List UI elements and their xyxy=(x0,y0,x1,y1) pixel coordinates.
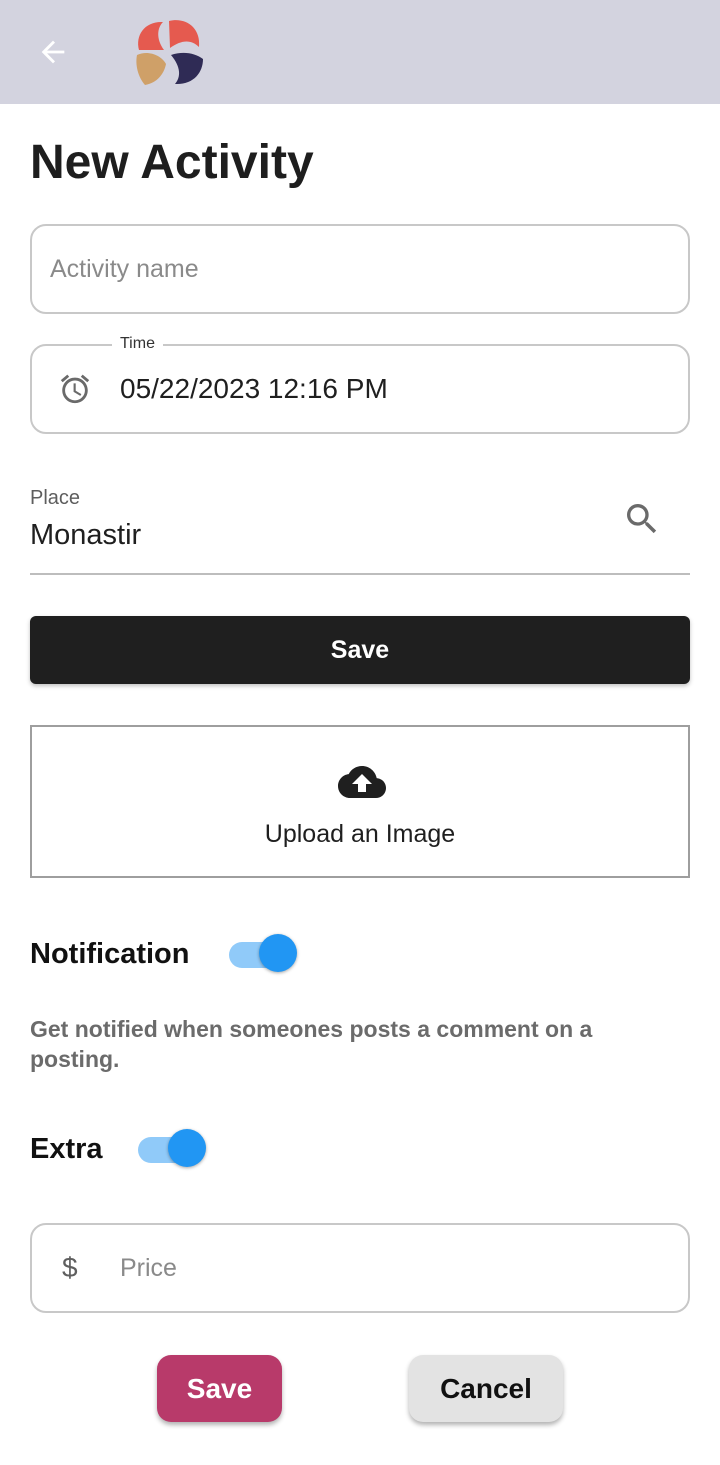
alarm-clock-icon xyxy=(60,374,90,404)
app-bar xyxy=(0,0,720,104)
price-input[interactable] xyxy=(120,1225,720,1311)
brand-logo xyxy=(136,20,203,85)
save-button[interactable]: Save xyxy=(157,1355,282,1422)
price-field[interactable]: $ xyxy=(30,1223,720,1313)
time-field[interactable]: Time 05/22/2023 12:16 PM xyxy=(30,332,690,434)
notification-toggle-thumb xyxy=(259,934,297,972)
extra-toggle-thumb xyxy=(168,1129,206,1167)
arrow-left-icon xyxy=(41,40,65,64)
place-underline xyxy=(30,573,690,575)
cloud-upload-icon xyxy=(338,766,386,798)
cancel-button[interactable]: Cancel xyxy=(409,1355,563,1422)
notification-description: Get notified when someones posts a comme… xyxy=(30,1016,593,1072)
place-label: Place xyxy=(30,487,81,509)
search-icon[interactable] xyxy=(622,499,662,539)
extra-toggle[interactable] xyxy=(138,1129,208,1169)
notification-label: Notification xyxy=(30,938,190,970)
activity-name-input[interactable] xyxy=(50,226,650,312)
page-title: New Activity xyxy=(30,136,314,189)
activity-name-field[interactable] xyxy=(30,224,690,314)
save-place-button[interactable]: Save xyxy=(30,616,690,684)
place-value[interactable]: Monastir xyxy=(30,516,141,554)
back-button[interactable] xyxy=(30,30,76,74)
dollar-icon: $ xyxy=(62,1252,78,1283)
time-value: 05/22/2023 12:16 PM xyxy=(120,373,388,404)
notification-toggle[interactable] xyxy=(229,934,299,974)
extra-label: Extra xyxy=(30,1133,103,1165)
upload-label: Upload an Image xyxy=(264,820,456,848)
upload-image-button[interactable]: Upload an Image xyxy=(30,725,690,878)
